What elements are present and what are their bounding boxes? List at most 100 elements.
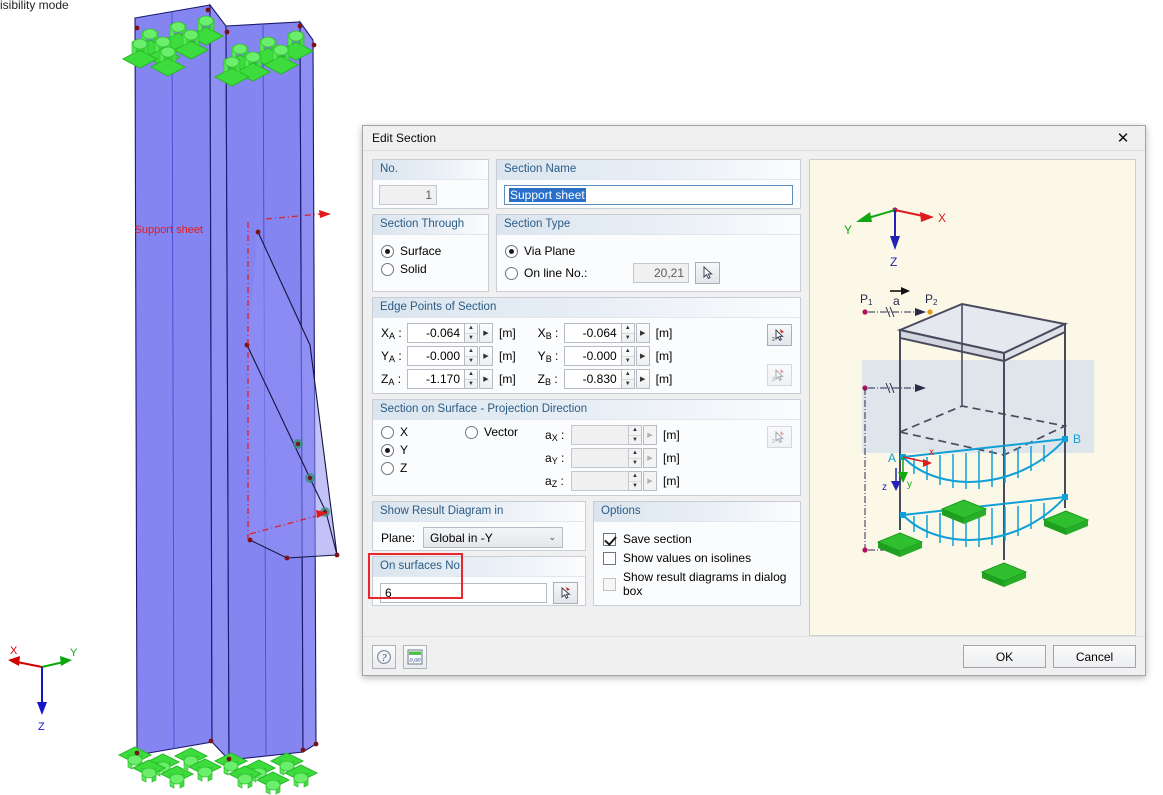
group-section-name: Section Name Support sheet xyxy=(496,159,801,209)
preview-label-b-point: B xyxy=(1073,432,1081,446)
edge-xb-spinner[interactable]: ▲ ▼ ▶ xyxy=(621,323,650,343)
plane-label: Plane: xyxy=(381,530,416,545)
radio-projection-z[interactable]: Z xyxy=(381,461,465,475)
radio-section-type-on-line[interactable]: On line No.: xyxy=(505,266,627,280)
model-supports-bottom xyxy=(118,746,318,795)
preview-graphic: X Y Z P1 P2 a A B x y z xyxy=(844,207,1094,587)
vector-az-input xyxy=(571,471,629,491)
edge-zb-input[interactable]: -0.830 xyxy=(563,369,622,389)
preview-supports xyxy=(876,499,1090,587)
preview-local-z: z xyxy=(882,482,887,493)
group-result-diagram-title: Show Result Diagram in xyxy=(373,502,585,522)
group-on-surfaces: On surfaces No. 6 xyxy=(368,553,586,606)
checkbox-show-values-isolines[interactable]: Show values on isolines xyxy=(603,551,791,565)
global-axis-triad: X Y Z xyxy=(8,645,78,733)
svg-text:?: ? xyxy=(382,653,387,664)
radio-dot xyxy=(381,461,394,475)
radio-section-type-via-plane[interactable]: Via Plane xyxy=(505,244,792,258)
dialog-title: Edit Section xyxy=(372,131,437,145)
units-label: 0,00 xyxy=(409,657,421,664)
checkbox-label: Show result diagrams in dialog box xyxy=(623,570,787,598)
edge-unit: [m] xyxy=(499,372,516,386)
edge-label-za: ZA : xyxy=(381,371,402,387)
edge-unit: [m] xyxy=(655,349,673,363)
radio-label: Y xyxy=(400,443,409,457)
units-icon[interactable]: 0,00 xyxy=(403,644,427,669)
group-section-through-title: Section Through xyxy=(373,215,488,235)
edge-unit: [m] xyxy=(655,326,673,340)
edge-xb-input[interactable]: -0.064 xyxy=(563,323,622,343)
vector-ax-input xyxy=(571,425,629,445)
preview-axis-y: Y xyxy=(844,223,852,237)
vector-ay-spinner: ▲ ▼ ▶ xyxy=(629,448,657,468)
svg-text:2: 2 xyxy=(772,337,775,343)
on-surfaces-input[interactable]: 6 xyxy=(380,583,547,603)
vector-ay-input xyxy=(571,448,629,468)
group-projection-title: Section on Surface - Projection Directio… xyxy=(373,400,800,420)
edge-za-input[interactable]: -1.170 xyxy=(407,369,465,389)
svg-text:2: 2 xyxy=(772,439,775,445)
group-section-through: Section Through Surface Solid xyxy=(372,214,489,292)
checkbox-save-section[interactable]: Save section xyxy=(603,532,791,546)
preview-result-diagram-lower xyxy=(900,494,1068,547)
edge-xa-input[interactable]: -0.064 xyxy=(407,323,465,343)
radio-projection-y[interactable]: Y xyxy=(381,443,465,457)
vector-unit: [m] xyxy=(663,428,680,442)
preview-label-p1: P1 xyxy=(860,292,873,307)
edge-unit: [m] xyxy=(499,349,516,363)
preview-global-axes: X Y Z xyxy=(844,207,946,269)
radio-label: Vector xyxy=(484,425,519,439)
pick-cursor-icon[interactable] xyxy=(553,582,578,604)
group-edge-points-title: Edge Points of Section xyxy=(373,298,800,318)
edge-za-spinner[interactable]: ▲ ▼ ▶ xyxy=(465,369,493,389)
edge-yb-input[interactable]: -0.000 xyxy=(563,346,622,366)
pick-2d-icon[interactable]: 2 xyxy=(767,426,792,448)
radio-dot xyxy=(505,266,518,280)
group-section-name-title: Section Name xyxy=(497,160,800,180)
radio-projection-vector[interactable]: Vector xyxy=(465,425,545,439)
line-no-field: 20,21 xyxy=(633,263,689,283)
section-name-value: Support sheet xyxy=(509,188,586,202)
group-options: Options Save section Show values on isol… xyxy=(593,501,801,606)
dialog-titlebar[interactable]: Edit Section ✕ xyxy=(363,126,1145,151)
help-icon[interactable]: ? xyxy=(372,644,396,669)
close-icon[interactable]: ✕ xyxy=(1101,126,1145,150)
radio-label: Via Plane xyxy=(524,244,576,258)
preview-axis-z: Z xyxy=(890,255,897,269)
axis-label-z: Z xyxy=(38,721,45,733)
dialog-footer: ? 0,00 OK Cancel xyxy=(363,636,1145,676)
vector-ax-spinner: ▲ ▼ ▶ xyxy=(629,425,657,445)
radio-section-through-surface[interactable]: Surface xyxy=(381,244,480,258)
radio-dot xyxy=(381,262,394,276)
edge-unit: [m] xyxy=(499,326,516,340)
preview-local-x: x xyxy=(929,447,934,458)
plane-dropdown[interactable]: Global in -Y ⌄ xyxy=(423,527,564,548)
vector-label-ax: aX : xyxy=(545,427,565,443)
section-no-field: 1 xyxy=(379,185,437,205)
svg-text:3: 3 xyxy=(772,377,775,383)
radio-label: Surface xyxy=(400,244,442,258)
edge-ya-spinner[interactable]: ▲ ▼ ▶ xyxy=(465,346,493,366)
radio-dot xyxy=(505,244,518,258)
pick-2d-icon[interactable]: 2 xyxy=(767,324,792,346)
preview-local-y: y xyxy=(907,479,912,490)
section-name-input[interactable]: Support sheet xyxy=(504,185,793,205)
edge-zb-spinner[interactable]: ▲ ▼ ▶ xyxy=(621,369,650,389)
section-label: Support sheet xyxy=(135,224,204,236)
radio-dot xyxy=(381,244,394,258)
pick-cursor-icon[interactable] xyxy=(695,262,720,284)
pick-3d-icon[interactable]: 3 xyxy=(767,364,792,386)
radio-projection-x[interactable]: X xyxy=(381,425,465,439)
cancel-button[interactable]: Cancel xyxy=(1053,645,1136,668)
group-options-title: Options xyxy=(594,502,800,522)
edge-xa-spinner[interactable]: ▲ ▼ ▶ xyxy=(465,323,493,343)
edge-label-ya: YA : xyxy=(381,348,402,364)
axis-label-x: X xyxy=(10,645,18,657)
checkbox-box xyxy=(603,577,616,591)
edge-label-xa: XA : xyxy=(381,325,402,341)
edge-ya-input[interactable]: -0.000 xyxy=(407,346,465,366)
edge-yb-spinner[interactable]: ▲ ▼ ▶ xyxy=(621,346,650,366)
ok-button[interactable]: OK xyxy=(963,645,1046,668)
radio-dot xyxy=(381,425,394,439)
radio-section-through-solid[interactable]: Solid xyxy=(381,262,480,276)
